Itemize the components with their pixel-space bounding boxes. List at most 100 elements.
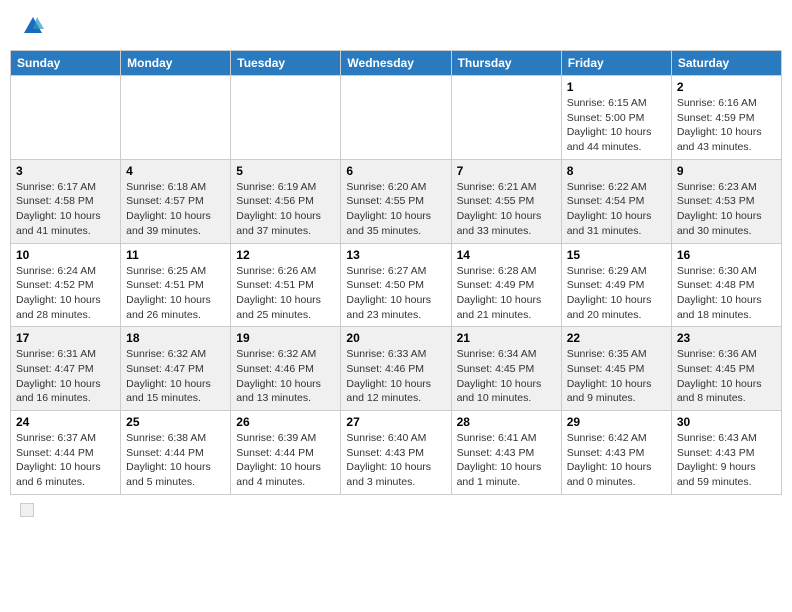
- calendar-cell: 12 Sunrise: 6:26 AMSunset: 4:51 PMDayligh…: [231, 243, 341, 327]
- day-number: 13: [346, 248, 445, 262]
- calendar-cell: [341, 76, 451, 160]
- day-info: Sunrise: 6:40 AMSunset: 4:43 PMDaylight:…: [346, 431, 445, 490]
- day-number: 2: [677, 80, 776, 94]
- calendar-cell: 22 Sunrise: 6:35 AMSunset: 4:45 PMDayligh…: [561, 327, 671, 411]
- calendar-cell: 1Sunrise: 6:15 AMSunset: 5:00 PMDaylight…: [561, 76, 671, 160]
- day-info: Sunrise: 6:42 AMSunset: 4:43 PMDaylight:…: [567, 431, 666, 490]
- weekday-header-sunday: Sunday: [11, 51, 121, 76]
- day-info: Sunrise: 6:32 AMSunset: 4:47 PMDaylight:…: [126, 347, 225, 406]
- calendar-cell: 2 Sunrise: 6:16 AMSunset: 4:59 PMDaylight…: [671, 76, 781, 160]
- day-number: 25: [126, 415, 225, 429]
- weekday-header-friday: Friday: [561, 51, 671, 76]
- day-info: Sunrise: 6:24 AMSunset: 4:52 PMDaylight:…: [16, 264, 115, 323]
- calendar-cell: 17Sunrise: 6:31 AMSunset: 4:47 PMDayligh…: [11, 327, 121, 411]
- calendar-cell: 26 Sunrise: 6:39 AMSunset: 4:44 PMDayligh…: [231, 411, 341, 495]
- day-info: Sunrise: 6:26 AMSunset: 4:51 PMDaylight:…: [236, 264, 335, 323]
- day-number: 12: [236, 248, 335, 262]
- day-info: Sunrise: 6:28 AMSunset: 4:49 PMDaylight:…: [457, 264, 556, 323]
- footer-box-icon: [20, 503, 34, 517]
- calendar-cell: 10Sunrise: 6:24 AMSunset: 4:52 PMDayligh…: [11, 243, 121, 327]
- weekday-header-thursday: Thursday: [451, 51, 561, 76]
- weekday-header-wednesday: Wednesday: [341, 51, 451, 76]
- calendar-cell: 14 Sunrise: 6:28 AMSunset: 4:49 PMDayligh…: [451, 243, 561, 327]
- calendar-cell: 30 Sunrise: 6:43 AMSunset: 4:43 PMDayligh…: [671, 411, 781, 495]
- calendar-week-5: 24Sunrise: 6:37 AMSunset: 4:44 PMDayligh…: [11, 411, 782, 495]
- day-number: 22: [567, 331, 666, 345]
- calendar-cell: 5 Sunrise: 6:19 AMSunset: 4:56 PMDaylight…: [231, 159, 341, 243]
- day-info: Sunrise: 6:39 AMSunset: 4:44 PMDaylight:…: [236, 431, 335, 490]
- calendar-cell: 16 Sunrise: 6:30 AMSunset: 4:48 PMDayligh…: [671, 243, 781, 327]
- calendar-cell: 27 Sunrise: 6:40 AMSunset: 4:43 PMDayligh…: [341, 411, 451, 495]
- calendar-week-2: 3Sunrise: 6:17 AMSunset: 4:58 PMDaylight…: [11, 159, 782, 243]
- day-info: Sunrise: 6:34 AMSunset: 4:45 PMDaylight:…: [457, 347, 556, 406]
- calendar-cell: 18 Sunrise: 6:32 AMSunset: 4:47 PMDayligh…: [121, 327, 231, 411]
- calendar-cell: 20 Sunrise: 6:33 AMSunset: 4:46 PMDayligh…: [341, 327, 451, 411]
- day-number: 6: [346, 164, 445, 178]
- day-info: Sunrise: 6:43 AMSunset: 4:43 PMDaylight:…: [677, 431, 776, 490]
- calendar-cell: 13 Sunrise: 6:27 AMSunset: 4:50 PMDayligh…: [341, 243, 451, 327]
- calendar-cell: [231, 76, 341, 160]
- day-info: Sunrise: 6:18 AMSunset: 4:57 PMDaylight:…: [126, 180, 225, 239]
- day-number: 24: [16, 415, 115, 429]
- footer: [10, 503, 782, 517]
- weekday-header-monday: Monday: [121, 51, 231, 76]
- day-info: Sunrise: 6:25 AMSunset: 4:51 PMDaylight:…: [126, 264, 225, 323]
- calendar-cell: 8Sunrise: 6:22 AMSunset: 4:54 PMDaylight…: [561, 159, 671, 243]
- day-info: Sunrise: 6:33 AMSunset: 4:46 PMDaylight:…: [346, 347, 445, 406]
- calendar-cell: 24Sunrise: 6:37 AMSunset: 4:44 PMDayligh…: [11, 411, 121, 495]
- calendar-cell: 3Sunrise: 6:17 AMSunset: 4:58 PMDaylight…: [11, 159, 121, 243]
- calendar-cell: 4 Sunrise: 6:18 AMSunset: 4:57 PMDaylight…: [121, 159, 231, 243]
- day-number: 11: [126, 248, 225, 262]
- calendar-cell: 25Sunrise: 6:38 AMSunset: 4:44 PMDayligh…: [121, 411, 231, 495]
- day-number: 1: [567, 80, 666, 94]
- weekday-header-row: SundayMondayTuesdayWednesdayThursdayFrid…: [11, 51, 782, 76]
- day-number: 3: [16, 164, 115, 178]
- calendar-week-3: 10Sunrise: 6:24 AMSunset: 4:52 PMDayligh…: [11, 243, 782, 327]
- logo: [20, 15, 44, 37]
- calendar-table: SundayMondayTuesdayWednesdayThursdayFrid…: [10, 50, 782, 495]
- day-number: 28: [457, 415, 556, 429]
- day-number: 23: [677, 331, 776, 345]
- day-info: Sunrise: 6:20 AMSunset: 4:55 PMDaylight:…: [346, 180, 445, 239]
- day-info: Sunrise: 6:27 AMSunset: 4:50 PMDaylight:…: [346, 264, 445, 323]
- day-number: 15: [567, 248, 666, 262]
- calendar-cell: 23Sunrise: 6:36 AMSunset: 4:45 PMDayligh…: [671, 327, 781, 411]
- day-number: 7: [457, 164, 556, 178]
- page-header: [10, 10, 782, 42]
- day-info: Sunrise: 6:21 AMSunset: 4:55 PMDaylight:…: [457, 180, 556, 239]
- day-number: 21: [457, 331, 556, 345]
- calendar-cell: 21 Sunrise: 6:34 AMSunset: 4:45 PMDayligh…: [451, 327, 561, 411]
- day-info: Sunrise: 6:35 AMSunset: 4:45 PMDaylight:…: [567, 347, 666, 406]
- day-number: 29: [567, 415, 666, 429]
- day-number: 4: [126, 164, 225, 178]
- calendar-cell: 6 Sunrise: 6:20 AMSunset: 4:55 PMDaylight…: [341, 159, 451, 243]
- weekday-header-tuesday: Tuesday: [231, 51, 341, 76]
- calendar-cell: 9Sunrise: 6:23 AMSunset: 4:53 PMDaylight…: [671, 159, 781, 243]
- day-info: Sunrise: 6:19 AMSunset: 4:56 PMDaylight:…: [236, 180, 335, 239]
- day-number: 26: [236, 415, 335, 429]
- day-info: Sunrise: 6:22 AMSunset: 4:54 PMDaylight:…: [567, 180, 666, 239]
- calendar-cell: 7 Sunrise: 6:21 AMSunset: 4:55 PMDaylight…: [451, 159, 561, 243]
- calendar-cell: 28Sunrise: 6:41 AMSunset: 4:43 PMDayligh…: [451, 411, 561, 495]
- day-info: Sunrise: 6:30 AMSunset: 4:48 PMDaylight:…: [677, 264, 776, 323]
- day-info: Sunrise: 6:32 AMSunset: 4:46 PMDaylight:…: [236, 347, 335, 406]
- calendar-cell: 29 Sunrise: 6:42 AMSunset: 4:43 PMDayligh…: [561, 411, 671, 495]
- day-number: 20: [346, 331, 445, 345]
- day-number: 30: [677, 415, 776, 429]
- calendar-cell: [121, 76, 231, 160]
- day-number: 5: [236, 164, 335, 178]
- day-number: 17: [16, 331, 115, 345]
- weekday-header-saturday: Saturday: [671, 51, 781, 76]
- day-number: 14: [457, 248, 556, 262]
- calendar-cell: 11 Sunrise: 6:25 AMSunset: 4:51 PMDayligh…: [121, 243, 231, 327]
- day-info: Sunrise: 6:16 AMSunset: 4:59 PMDaylight:…: [677, 96, 776, 155]
- calendar-cell: [451, 76, 561, 160]
- day-number: 27: [346, 415, 445, 429]
- day-number: 16: [677, 248, 776, 262]
- logo-icon: [22, 15, 44, 37]
- day-number: 9: [677, 164, 776, 178]
- calendar-cell: 15 Sunrise: 6:29 AMSunset: 4:49 PMDayligh…: [561, 243, 671, 327]
- day-info: Sunrise: 6:29 AMSunset: 4:49 PMDaylight:…: [567, 264, 666, 323]
- calendar-week-4: 17Sunrise: 6:31 AMSunset: 4:47 PMDayligh…: [11, 327, 782, 411]
- day-number: 18: [126, 331, 225, 345]
